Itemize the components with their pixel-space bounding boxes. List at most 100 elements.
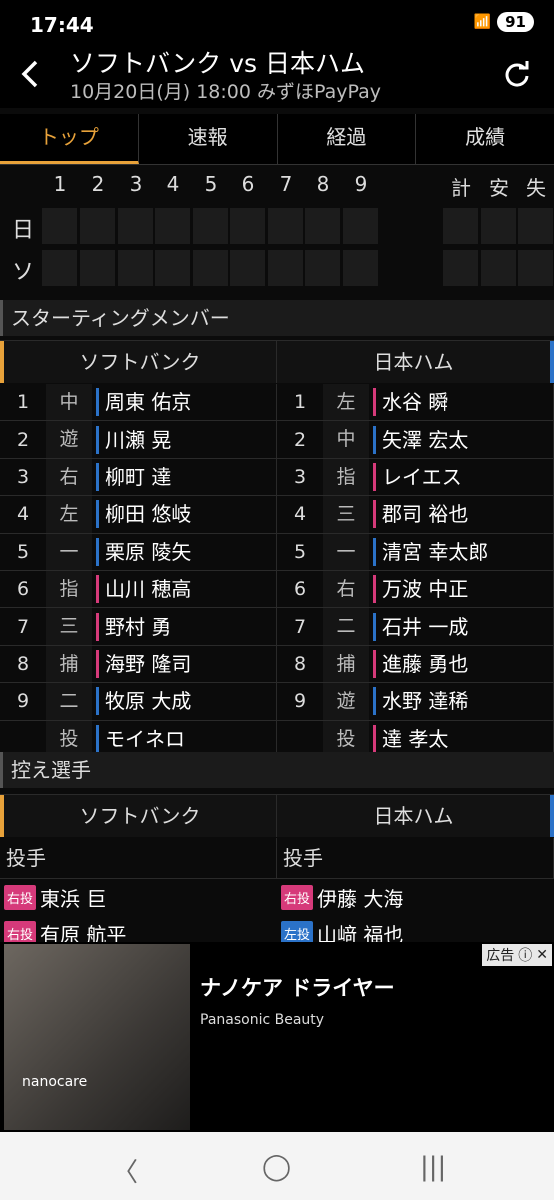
nav-recents-icon[interactable]: |||	[420, 1152, 446, 1182]
home-player[interactable]: 8 捕海野 隆司	[0, 645, 277, 683]
away-player[interactable]: 6 右万波 中正	[277, 570, 554, 608]
bench-away-team-name: 日本ハム	[277, 795, 554, 837]
batting-order: 5	[293, 540, 307, 563]
batting-order: 3	[293, 465, 307, 488]
bench-row: 右投 東浜 巨右投 伊藤 大海	[0, 879, 554, 915]
away-player[interactable]: 2 中矢澤 宏太	[277, 421, 554, 458]
info-icon[interactable]: ⓘ	[518, 945, 532, 965]
player-name[interactable]: 川瀬 晃	[96, 425, 171, 454]
starting-lineup: 1 中周東 佑京 1 左水谷 瞬 2 遊川瀬 晃 2 中矢澤 宏太 3 右柳町 達 3 指レイエス 4 左…	[0, 384, 554, 758]
player-name[interactable]: 矢澤 宏太	[373, 425, 468, 454]
refresh-icon[interactable]	[502, 60, 532, 90]
position: 遊	[323, 683, 369, 720]
player-name[interactable]: 柳町 達	[96, 462, 171, 491]
batting-order: 2	[16, 428, 30, 451]
home-player[interactable]: 9 二牧原 大成	[0, 683, 277, 720]
player-name[interactable]: 牧原 大成	[96, 687, 191, 716]
game-subtitle: 10月20日(月) 18:00 みずほPayPay	[70, 81, 381, 103]
position: 二	[323, 608, 369, 645]
home-bench-player[interactable]: 右投 東浜 巨	[0, 879, 277, 915]
lineup-row: 7 三野村 勇 7 二石井 一成	[0, 608, 554, 646]
player-name[interactable]: 進藤 勇也	[373, 649, 468, 678]
starting-heading: スターティングメンバー	[0, 300, 554, 336]
away-player[interactable]: 3 指レイエス	[277, 458, 554, 496]
player-name[interactable]: レイエス	[373, 462, 462, 491]
batting-order: 9	[293, 690, 307, 713]
player-name[interactable]: 栗原 陵矢	[96, 537, 191, 566]
inning-label: 9	[354, 172, 368, 196]
bench-home-category: 投手	[0, 838, 277, 878]
batting-order: 7	[293, 615, 307, 638]
player-name[interactable]: モイネロ	[96, 724, 185, 753]
home-team-name: ソフトバンク	[0, 341, 277, 383]
home-player[interactable]: 7 三野村 勇	[0, 608, 277, 645]
player-name[interactable]: 達 孝太	[373, 724, 448, 753]
batting-order: 4	[16, 503, 30, 526]
scoreboard-team: 日	[12, 218, 35, 243]
home-player[interactable]: 4 左柳田 悠岐	[0, 496, 277, 533]
away-bench-player[interactable]: 右投 伊藤 大海	[277, 879, 554, 915]
close-icon[interactable]: ✕	[536, 947, 548, 963]
position: 一	[323, 533, 369, 570]
away-player[interactable]: 8 捕進藤 勇也	[277, 645, 554, 683]
score-cell	[155, 208, 190, 244]
home-player[interactable]: 2 遊川瀬 晃	[0, 421, 277, 458]
status-bar: 17:44 📶 91	[0, 0, 554, 46]
tab-live[interactable]: 速報	[139, 114, 278, 164]
tab-stats[interactable]: 成績	[416, 114, 554, 164]
lineup-row: 8 捕海野 隆司 8 捕進藤 勇也	[0, 645, 554, 684]
score-cell	[193, 250, 228, 286]
player-name[interactable]: 伊藤 大海	[317, 883, 403, 912]
bench-away-category: 投手	[277, 838, 554, 878]
home-player[interactable]: 6 指山川 穂高	[0, 570, 277, 608]
battery-icon: 91	[497, 12, 534, 32]
back-arrow-icon[interactable]	[14, 54, 46, 94]
system-nav-bar: 〈 ◯ |||	[0, 1132, 554, 1200]
score-cell	[118, 250, 153, 286]
player-name[interactable]: 東浜 巨	[40, 883, 106, 912]
ad-sponsor: Panasonic Beauty	[200, 1012, 325, 1028]
nav-back-icon[interactable]: 〈	[112, 1152, 138, 1189]
away-player[interactable]: 5 一清宮 幸太郎	[277, 533, 554, 570]
player-name[interactable]: 周東 佑京	[96, 388, 191, 417]
score-cell	[481, 208, 516, 244]
player-name[interactable]: 海野 隆司	[96, 649, 191, 678]
player-name[interactable]: 万波 中正	[373, 575, 468, 604]
inning-label: 3	[129, 172, 143, 196]
tab-progress[interactable]: 経過	[278, 114, 417, 164]
ad-banner[interactable]: nanocare ナノケア ドライヤー Panasonic Beauty 広告 …	[0, 942, 554, 1132]
nav-home-icon[interactable]: ◯	[262, 1152, 291, 1182]
away-player[interactable]: 4 三郡司 裕也	[277, 496, 554, 533]
position: 捕	[46, 645, 92, 683]
player-name[interactable]: 清宮 幸太郎	[373, 537, 488, 566]
batting-order: 8	[16, 652, 30, 675]
away-player[interactable]: 7 二石井 一成	[277, 608, 554, 645]
away-player[interactable]: 9 遊水野 達稀	[277, 683, 554, 720]
tab-top[interactable]: トップ	[0, 114, 139, 164]
score-cell	[155, 250, 190, 286]
ad-title[interactable]: ナノケア ドライヤー	[200, 972, 395, 1002]
player-name[interactable]: 水野 達稀	[373, 687, 468, 716]
home-player[interactable]: 1 中周東 佑京	[0, 384, 277, 421]
player-name[interactable]: 郡司 裕也	[373, 500, 468, 529]
ad-image[interactable]: nanocare	[4, 944, 190, 1130]
batting-order: 1	[293, 391, 307, 414]
away-player[interactable]: 1 左水谷 瞬	[277, 384, 554, 421]
player-name[interactable]: 石井 一成	[373, 612, 468, 641]
player-name[interactable]: 柳田 悠岐	[96, 500, 191, 529]
position: 遊	[46, 421, 92, 458]
score-cell	[230, 250, 265, 286]
player-name[interactable]: 山川 穂高	[96, 575, 191, 604]
position: 右	[46, 458, 92, 496]
lineup-row: 1 中周東 佑京 1 左水谷 瞬	[0, 384, 554, 422]
player-name[interactable]: 水谷 瞬	[373, 388, 448, 417]
batting-order: 4	[293, 503, 307, 526]
position: 一	[46, 533, 92, 570]
ad-label[interactable]: 広告 ⓘ ✕	[482, 944, 552, 966]
home-player[interactable]: 3 右柳町 達	[0, 458, 277, 496]
batting-order: 7	[16, 615, 30, 638]
home-player[interactable]: 5 一栗原 陵矢	[0, 533, 277, 570]
score-cell	[481, 250, 516, 286]
player-name[interactable]: 野村 勇	[96, 612, 171, 641]
total-label: 計	[451, 176, 471, 200]
